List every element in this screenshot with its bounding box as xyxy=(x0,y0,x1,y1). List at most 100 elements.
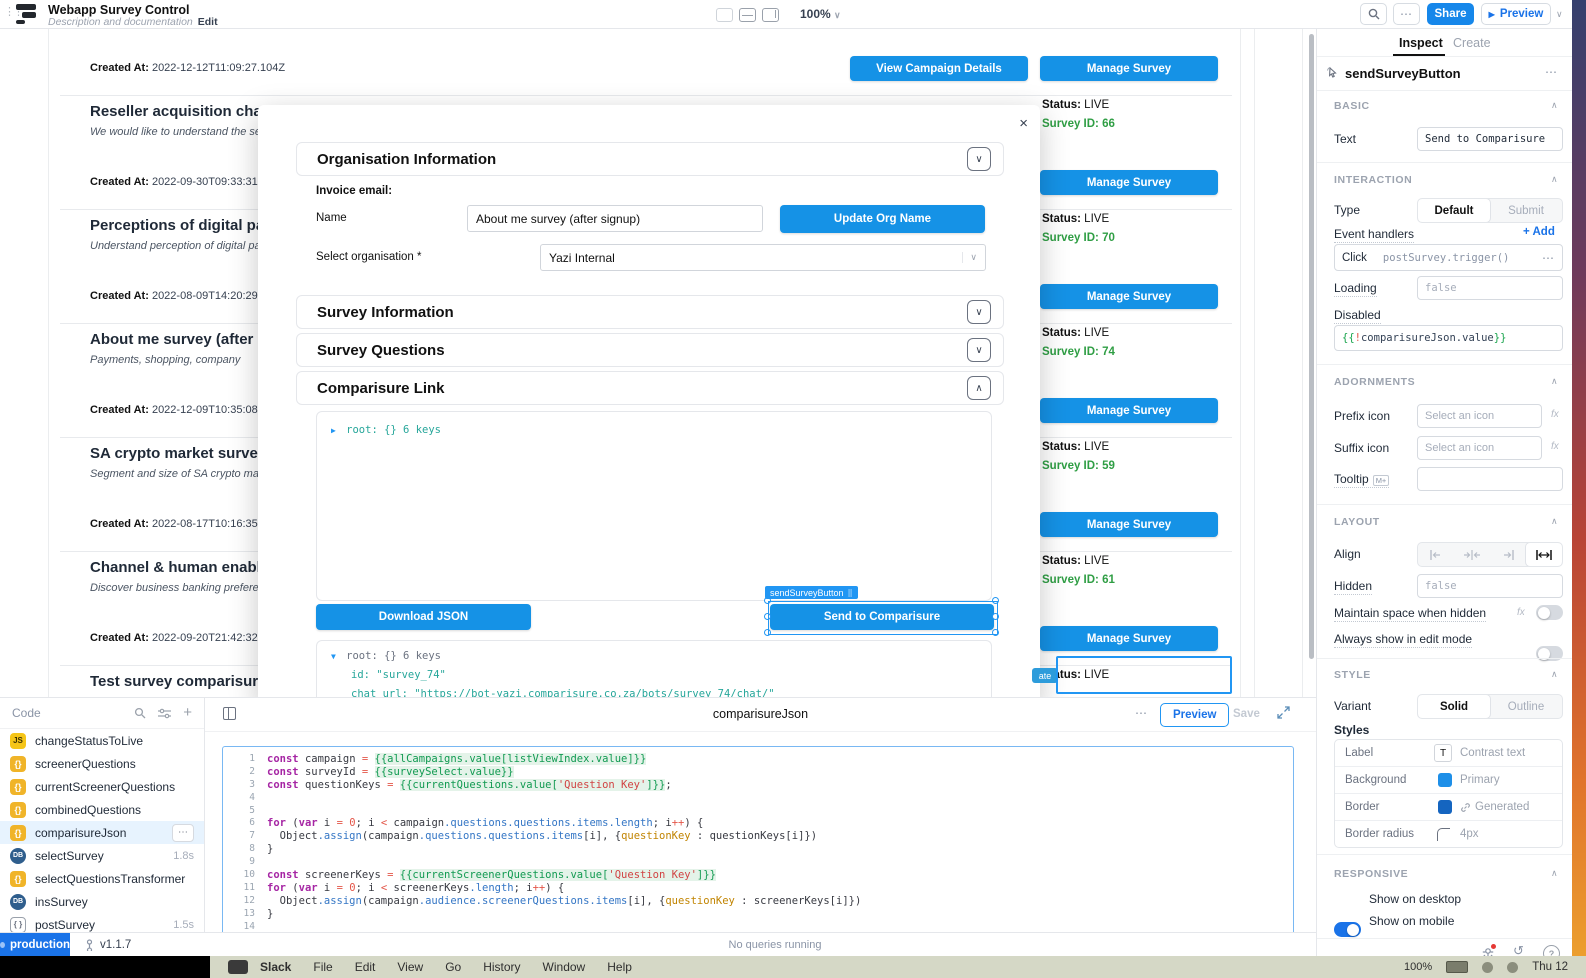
code-line[interactable]: 10 const screenerKeys = {{currentScreener… xyxy=(223,869,1293,882)
section-basic[interactable]: BASIC xyxy=(1334,100,1370,112)
menubar-item-edit[interactable]: Edit xyxy=(355,960,376,974)
manage-survey-button[interactable]: Manage Survey xyxy=(1040,56,1218,81)
widget-selection-box[interactable] xyxy=(768,601,998,635)
edit-link[interactable]: Edit xyxy=(198,16,218,28)
sidebar-item-selectSurvey[interactable]: DB selectSurvey 1.8s xyxy=(0,844,204,867)
section-adornments[interactable]: ADORNMENTS xyxy=(1334,376,1415,388)
canvas-size-fluid-icon[interactable] xyxy=(716,8,733,22)
canvas-size-mobile-icon[interactable] xyxy=(762,8,779,22)
style-row-border[interactable]: Border Generated xyxy=(1335,793,1562,820)
style-row-label[interactable]: Label T Contrast text xyxy=(1335,740,1562,766)
section-survey-questions[interactable]: Survey Questions ∨ xyxy=(296,333,1004,367)
align-segmented-control[interactable] xyxy=(1417,542,1563,567)
maintain-space-toggle[interactable] xyxy=(1536,605,1563,620)
manage-survey-button[interactable]: Manage Survey xyxy=(1040,512,1218,537)
chevron-up-icon[interactable]: ∧ xyxy=(1551,100,1558,111)
tree-collapse-icon[interactable]: ▼ xyxy=(331,652,336,661)
align-start-icon[interactable] xyxy=(1418,543,1454,566)
sidebar-item-combinedQuestions[interactable]: {} combinedQuestions xyxy=(0,798,204,821)
search-spotlight-icon[interactable] xyxy=(1507,961,1519,973)
menubar-item-window[interactable]: Window xyxy=(543,960,586,974)
menubar-clock[interactable]: Thu 12 xyxy=(1532,961,1568,973)
click-event-handler-row[interactable]: Click postSurvey.trigger() ⋯ xyxy=(1334,244,1563,271)
preview-button[interactable]: ▶ Preview xyxy=(1481,3,1551,25)
suffix-icon-select[interactable]: Select an icon xyxy=(1417,436,1542,460)
section-survey-information[interactable]: Survey Information ∨ xyxy=(296,295,1004,329)
run-preview-button[interactable]: Preview xyxy=(1160,703,1230,727)
download-json-button[interactable]: Download JSON xyxy=(316,604,531,630)
section-comparisure-link[interactable]: Comparisure Link ∧ xyxy=(296,371,1004,405)
event-menu-icon[interactable]: ⋯ xyxy=(1542,251,1555,265)
chevron-up-icon[interactable]: ∧ xyxy=(1551,669,1558,680)
manage-survey-button[interactable]: Manage Survey xyxy=(1040,284,1218,309)
menubar-item-slack[interactable]: Slack xyxy=(260,960,291,974)
chevron-up-icon[interactable]: ∧ xyxy=(967,376,991,400)
chevron-up-icon[interactable]: ∧ xyxy=(1551,516,1558,527)
more-options-button[interactable]: ⋯ xyxy=(1393,3,1420,25)
drag-handle-icon[interactable]: ⣿ xyxy=(848,589,853,597)
variant-segmented-control[interactable]: Solid Outline xyxy=(1417,694,1563,719)
style-row-background[interactable]: Background Primary xyxy=(1335,766,1562,793)
loading-input[interactable]: false xyxy=(1417,276,1563,300)
align-center-icon[interactable] xyxy=(1454,543,1490,566)
json-viewer-collapsed[interactable]: ▶ root: {} 6 keys xyxy=(316,411,992,601)
align-stretch-icon[interactable] xyxy=(1526,543,1562,566)
code-line[interactable]: 9 xyxy=(223,856,1293,869)
share-button[interactable]: Share xyxy=(1427,3,1474,25)
fx-icon[interactable]: fx xyxy=(1551,409,1559,420)
disabled-input[interactable]: {{!comparisureJson.value}} xyxy=(1334,325,1563,351)
widget-menu-button[interactable]: ⋯ xyxy=(1545,65,1558,79)
code-line[interactable]: 3 const questionKeys = {{currentQuestions… xyxy=(223,778,1293,792)
filter-icon[interactable] xyxy=(158,708,172,719)
section-style[interactable]: STYLE xyxy=(1334,669,1371,681)
update-org-name-button[interactable]: Update Org Name xyxy=(780,205,985,233)
code-line[interactable]: 8} xyxy=(223,843,1293,856)
menubar-item-go[interactable]: Go xyxy=(445,960,461,974)
sidebar-item-changeStatusToLive[interactable]: JS changeStatusToLive xyxy=(0,729,204,752)
align-end-icon[interactable] xyxy=(1490,543,1526,566)
search-button[interactable] xyxy=(1360,3,1387,25)
organisation-select[interactable]: Yazi Internal ∨ xyxy=(540,244,986,271)
sidebar-item-comparisureJson[interactable]: {} comparisureJson ⋯ xyxy=(0,821,204,844)
search-icon[interactable] xyxy=(134,707,146,719)
type-option-submit[interactable]: Submit xyxy=(1490,199,1562,222)
code-line[interactable]: 12 Object.assign(campaign.audience.scree… xyxy=(223,895,1293,908)
tree-expand-icon[interactable]: ▶ xyxy=(331,426,336,435)
hidden-input[interactable]: false xyxy=(1417,574,1563,598)
sidebar-item-insSurvey[interactable]: DB insSurvey xyxy=(0,890,204,913)
text-input[interactable]: Send to Comparisure xyxy=(1417,127,1563,151)
fx-icon[interactable]: fx xyxy=(1551,441,1559,452)
selected-widget-chip[interactable]: sendSurveyButton ⣿ xyxy=(765,586,858,599)
code-line[interactable]: 5 xyxy=(223,805,1293,818)
section-layout[interactable]: LAYOUT xyxy=(1334,516,1380,528)
section-organisation-information[interactable]: Organisation Information ∨ xyxy=(296,142,1004,176)
code-line[interactable]: 13} xyxy=(223,908,1293,921)
view-campaign-details-button[interactable]: View Campaign Details xyxy=(850,56,1028,81)
prefix-icon-select[interactable]: Select an icon xyxy=(1417,404,1542,428)
code-line[interactable]: 6 for (var i = 0; i < campaign.questions.… xyxy=(223,817,1293,830)
code-line[interactable]: 4 xyxy=(223,792,1293,805)
chevron-down-icon[interactable]: ∨ xyxy=(967,147,991,171)
style-row-border-radius[interactable]: Border radius 4px xyxy=(1335,820,1562,847)
canvas-size-desktop-icon[interactable] xyxy=(739,8,756,22)
code-editor[interactable]: 1 const campaign = {{allCampaigns.value[l… xyxy=(222,746,1294,948)
chevron-down-icon[interactable]: ∨ xyxy=(967,300,991,324)
chevron-down-icon[interactable]: ∨ xyxy=(967,338,991,362)
menubar-item-history[interactable]: History xyxy=(483,960,520,974)
sidebar-item-selectQuestionsTransformer[interactable]: {} selectQuestionsTransformer xyxy=(0,867,204,890)
manage-survey-button[interactable]: Manage Survey xyxy=(1040,170,1218,195)
menubar-item-help[interactable]: Help xyxy=(607,960,632,974)
save-button[interactable]: Save xyxy=(1233,708,1260,720)
expand-icon[interactable] xyxy=(1277,706,1290,724)
zoom-level[interactable]: 100% ∨ xyxy=(800,7,841,21)
show-on-desktop-toggle[interactable] xyxy=(1334,922,1361,937)
section-responsive[interactable]: RESPONSIVE xyxy=(1334,868,1408,880)
tab-inspect[interactable]: Inspect xyxy=(1399,36,1443,50)
variant-solid[interactable]: Solid xyxy=(1418,695,1490,718)
preview-dropdown-chevron-icon[interactable]: ∨ xyxy=(1556,9,1563,20)
code-line[interactable]: 11 for (var i = 0; i < screenerKeys.lengt… xyxy=(223,882,1293,895)
type-segmented-control[interactable]: Default Submit xyxy=(1417,198,1563,223)
code-line[interactable]: 2 const surveyId = {{surveySelect.value}} xyxy=(223,765,1293,779)
add-event-handler-button[interactable]: + Add xyxy=(1523,226,1555,238)
item-menu-button[interactable]: ⋯ xyxy=(172,823,194,842)
